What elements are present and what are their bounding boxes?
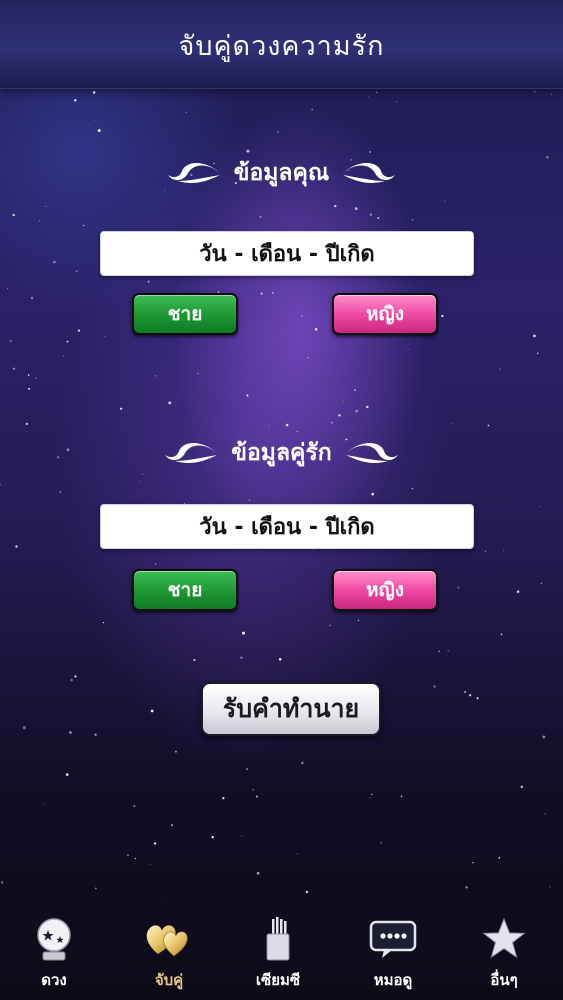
partner-female-button[interactable]: หญิง [332,569,438,611]
tab-match-label: จับคู่ [154,971,184,989]
tab-horoscope[interactable]: ดวง [9,908,99,1000]
header-bar: จับคู่ดวงความรัก [0,0,563,89]
partner-info-label: ข้อมูลคู่รัก [231,440,332,466]
hearts-icon [146,925,188,957]
partner-info-heading: ข้อมูลคู่รัก [0,433,563,473]
partner-male-button[interactable]: ชาย [132,569,238,611]
tab-fortune-teller[interactable]: หมอดู [348,908,438,1000]
partner-male-label: ชาย [167,579,203,601]
stars-decoration [0,90,552,900]
partner-birthdate-label: วัน - เดือน - ปีเกิด [199,515,375,540]
get-prediction-button[interactable]: รับคำทำนาย [201,682,381,736]
tab-fortune-teller-label: หมอดู [373,971,413,989]
your-info-heading: ข้อมูลคุณ [0,153,563,193]
ornament-left-icon [167,163,220,183]
tab-horoscope-label: ดวง [41,971,67,989]
ornament-right-icon [343,163,396,183]
your-female-label: หญิง [366,303,404,325]
chat-bubble-icon [369,920,417,958]
crystal-ball-icon [37,918,71,961]
page-title: จับคู่ดวงความรัก [178,31,385,62]
tab-more[interactable]: อื่นๆ [459,908,549,1000]
ornament-right-icon [345,443,398,463]
your-info-label: ข้อมูลคุณ [233,160,330,186]
your-male-label: ชาย [167,303,203,325]
tab-fortune-sticks-label: เซียมซี [255,971,301,989]
tab-match[interactable]: จับคู่ [124,908,214,1000]
tab-more-label: อื่นๆ [490,971,518,989]
partner-female-label: หญิง [366,579,404,601]
tab-fortune-sticks[interactable]: เซียมซี [233,908,323,1000]
get-prediction-label: รับคำทำนาย [222,694,360,723]
your-birthdate-label: วัน - เดือน - ปีเกิด [199,242,375,267]
ornament-left-icon [165,443,218,463]
your-female-button[interactable]: หญิง [332,293,438,335]
star-icon [482,917,526,959]
bottom-tab-bar: ดวง จับคู่ เซียมซี หมอดู อื่นๆ [0,908,563,1000]
partner-birthdate-field[interactable]: วัน - เดือน - ปีเกิด [100,504,474,549]
your-birthdate-field[interactable]: วัน - เดือน - ปีเกิด [100,231,474,276]
fortune-sticks-icon [266,917,290,961]
your-male-button[interactable]: ชาย [132,293,238,335]
